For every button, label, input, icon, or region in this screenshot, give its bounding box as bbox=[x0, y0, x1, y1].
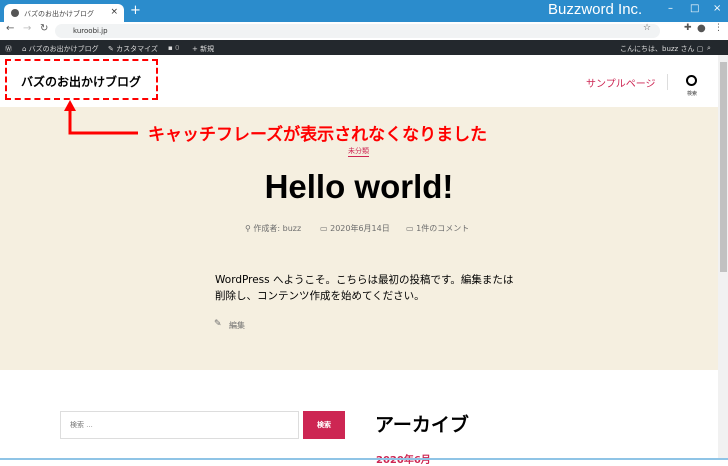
annotation-arrow bbox=[64, 100, 138, 135]
annotation-text: キャッチフレーズが表示されなくなりました bbox=[148, 125, 488, 145]
